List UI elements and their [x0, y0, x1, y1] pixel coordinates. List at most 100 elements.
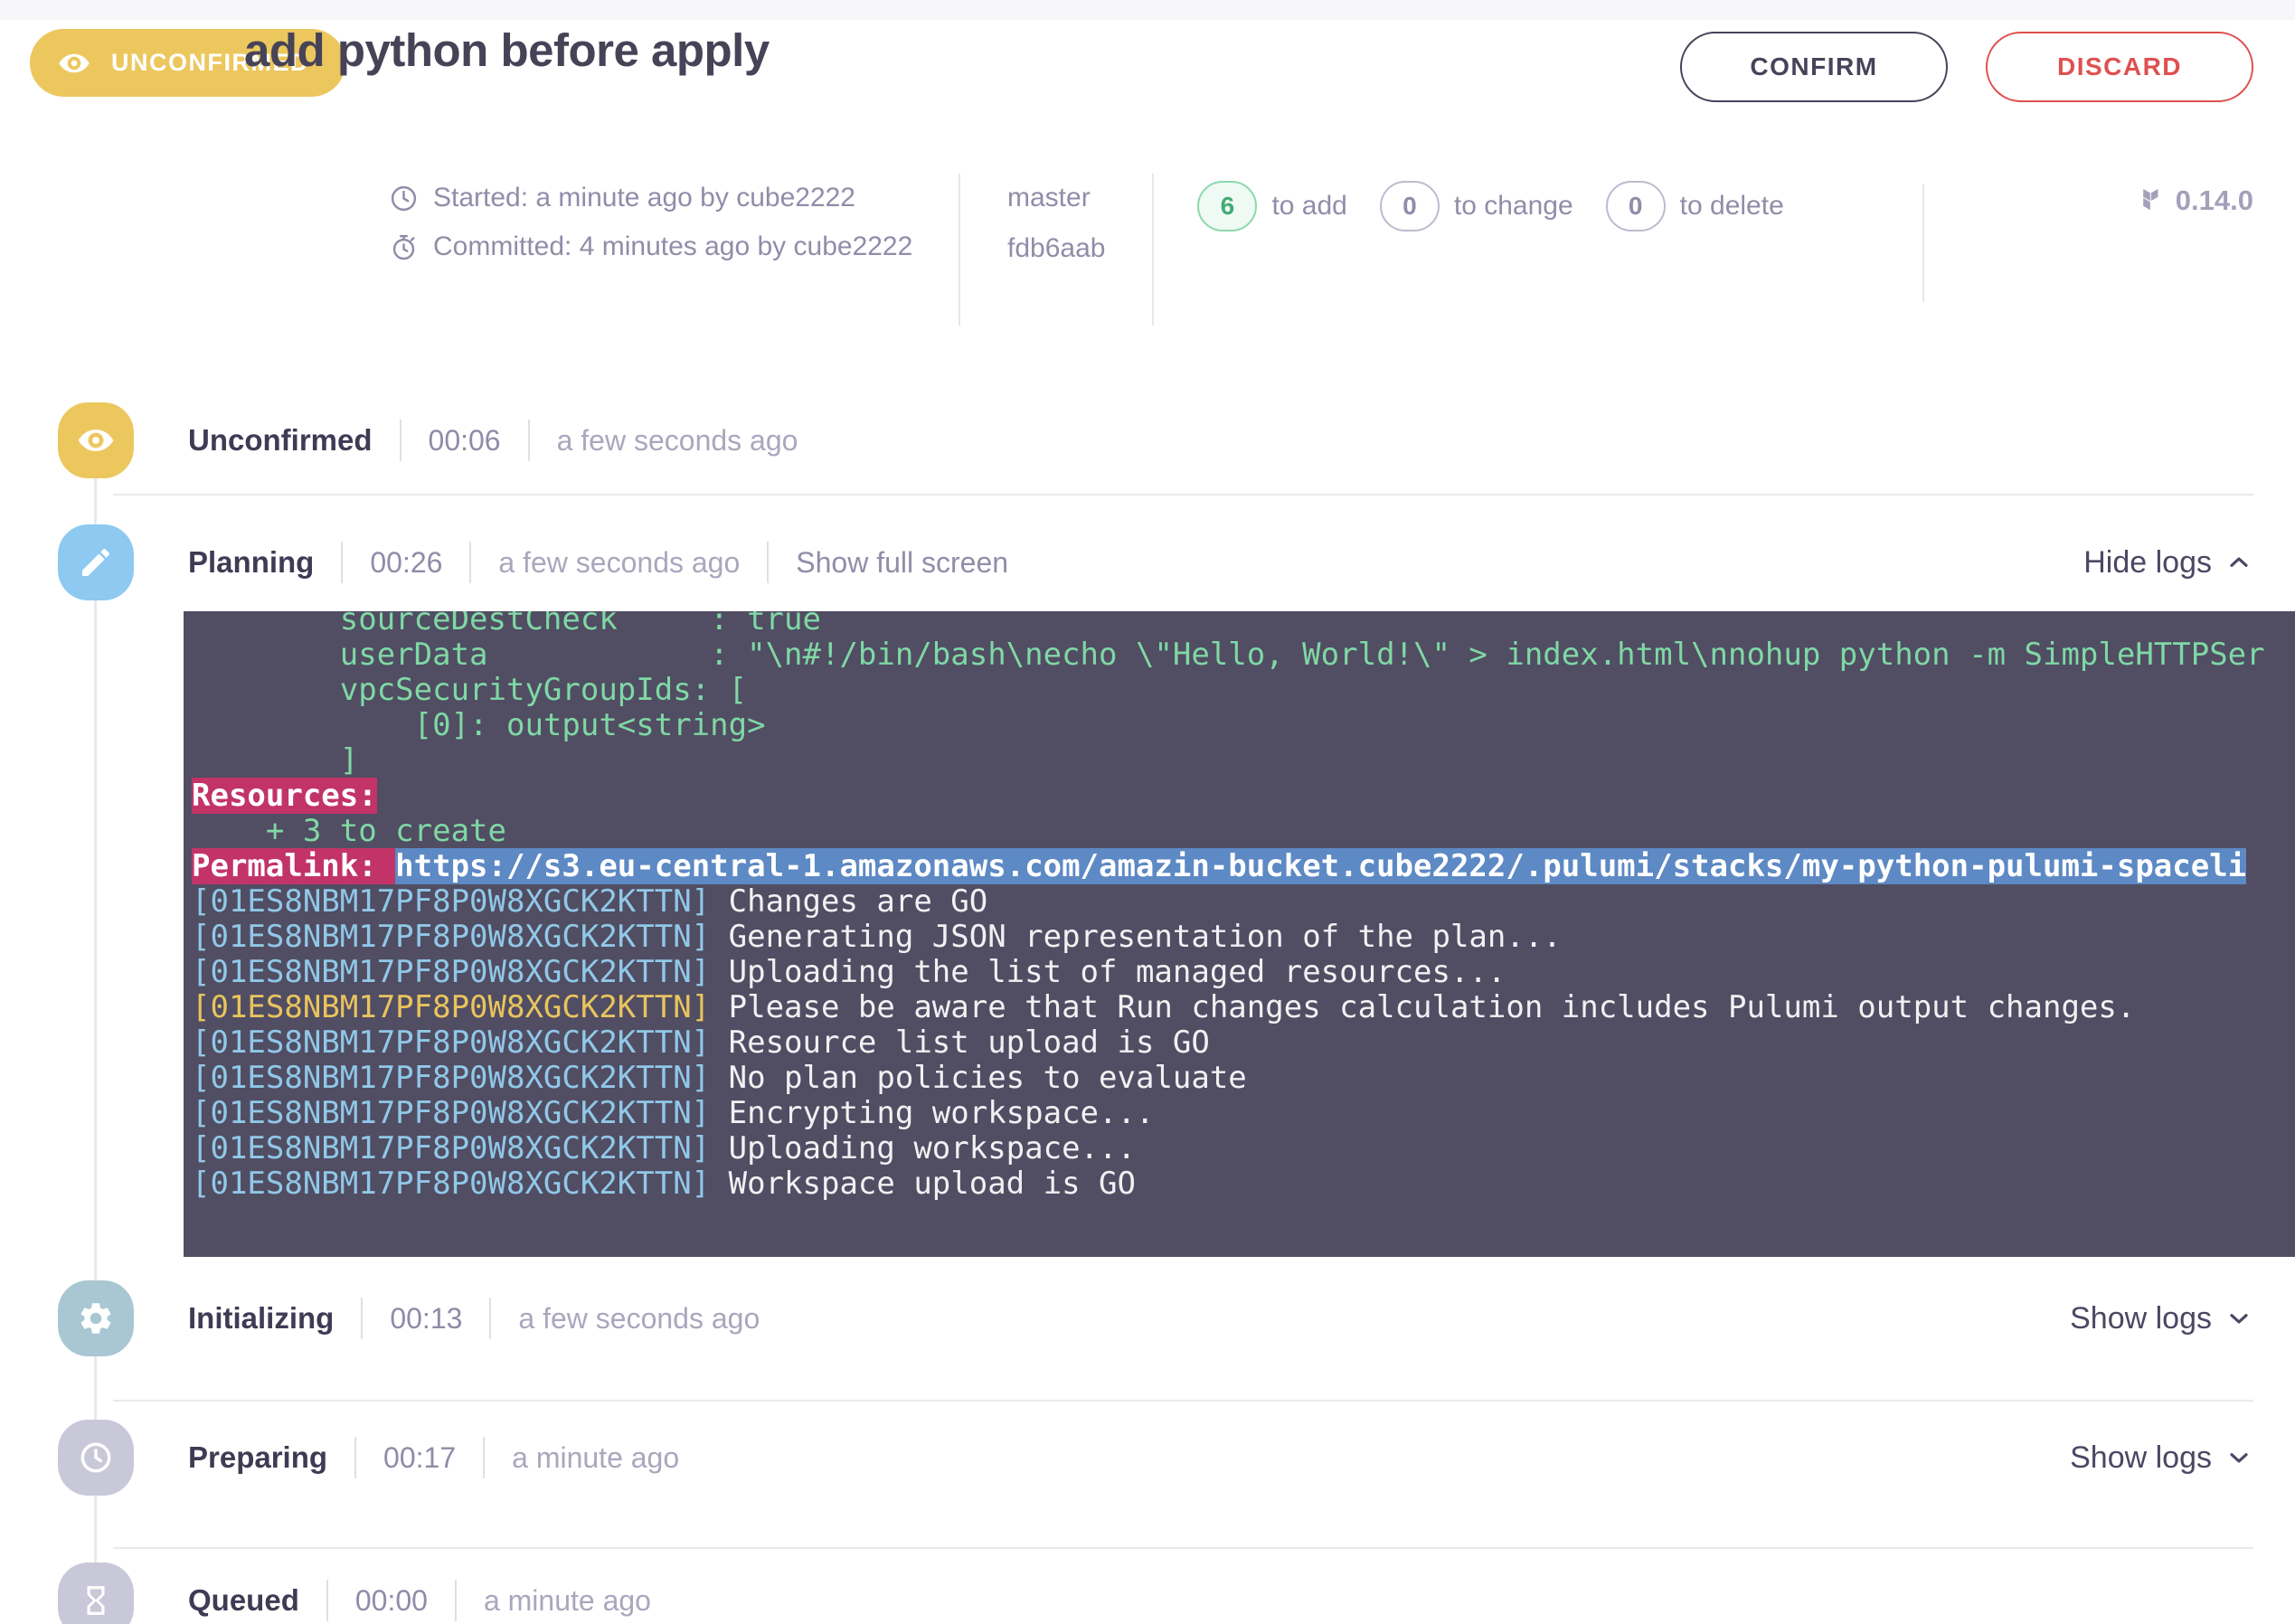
to-change-count: 0 [1380, 181, 1440, 231]
started-row: Started: a minute ago by cube2222 [389, 183, 959, 213]
gear-icon [77, 1299, 115, 1337]
log-segment-white: Encrypting workspace... [710, 1095, 1154, 1131]
divider [528, 420, 530, 461]
to-change-item: 0 to change [1380, 181, 1573, 231]
run-meta: Started: a minute ago by cube2222 Commit… [389, 174, 2253, 326]
stage-timestamp: a few seconds ago [518, 1302, 760, 1336]
confirm-button[interactable]: CONFIRM [1680, 32, 1948, 102]
log-line: [01ES8NBM17PF8P0W8XGCK2KTTN] No plan pol… [192, 1061, 2295, 1096]
header-actions: CONFIRM DISCARD [1680, 32, 2253, 102]
show-fullscreen-link[interactable]: Show full screen [796, 546, 1008, 580]
log-segment-white: Changes are GO [710, 883, 987, 920]
meta-branch-commit: master fdb6aab [960, 174, 1152, 326]
show-logs-toggle[interactable]: Show logs [2070, 1280, 2253, 1356]
stage-name: Preparing [188, 1440, 327, 1475]
log-line: [0]: output<string> [192, 708, 2295, 743]
to-change-label: to change [1454, 191, 1573, 222]
log-segment-green: ] [192, 742, 358, 779]
divider [469, 542, 471, 583]
divider [767, 542, 769, 583]
stage-main: Unconfirmed 00:06 a few seconds ago [188, 402, 798, 478]
terraform-version-label: 0.14.0 [2176, 184, 2253, 217]
stage-row-planning: Planning 00:26 a few seconds ago Show fu… [0, 524, 2253, 600]
eye-icon [57, 46, 91, 80]
stage-name: Planning [188, 545, 314, 580]
planning-stage-badge [58, 524, 134, 600]
divider [354, 1437, 356, 1478]
stopwatch-icon [389, 232, 419, 262]
stage-row-initializing: Initializing 00:13 a few seconds ago Sho… [0, 1280, 2253, 1356]
log-segment-blue: [01ES8NBM17PF8P0W8XGCK2KTTN] [192, 954, 710, 990]
stage-row-queued: Queued 00:00 a minute ago [0, 1563, 2253, 1624]
stage-duration: 00:06 [429, 424, 501, 458]
log-segment-green: sourceDestCheck : true [192, 611, 821, 637]
log-segment-pinkhl: Resources: [192, 778, 377, 814]
permalink-url: https://s3.eu-central-1.amazonaws.com/am… [395, 848, 2246, 884]
clock-icon [77, 1439, 115, 1477]
page-title: add python before apply [244, 24, 770, 77]
stage-duration: 00:26 [370, 546, 442, 580]
log-console[interactable]: sourceDestCheck : true userData : "\n#!/… [184, 611, 2295, 1257]
hourglass-icon [79, 1583, 113, 1618]
chevron-down-icon [2224, 1304, 2253, 1333]
divider [400, 420, 401, 461]
stage-duration: 00:13 [390, 1302, 462, 1336]
log-segment-yellow: [01ES8NBM17PF8P0W8XGCK2KTTN] [192, 989, 710, 1025]
log-lines: sourceDestCheck : true userData : "\n#!/… [184, 611, 2295, 1202]
log-line: [01ES8NBM17PF8P0W8XGCK2KTTN] Uploading w… [192, 1131, 2295, 1166]
log-segment-blue: [01ES8NBM17PF8P0W8XGCK2KTTN] [192, 1166, 710, 1202]
hide-logs-toggle[interactable]: Hide logs [2083, 524, 2253, 600]
chevron-up-icon [2224, 548, 2253, 577]
log-segment-blue: [01ES8NBM17PF8P0W8XGCK2KTTN] [192, 919, 710, 955]
log-segment-white: Workspace upload is GO [710, 1166, 1136, 1202]
change-summary: 6 to add 0 to change 0 to delete [1154, 174, 1783, 326]
log-line: [01ES8NBM17PF8P0W8XGCK2KTTN] Generating … [192, 920, 2295, 955]
log-line: [01ES8NBM17PF8P0W8XGCK2KTTN] Workspace u… [192, 1166, 2295, 1202]
meta-times: Started: a minute ago by cube2222 Commit… [389, 174, 959, 326]
log-line: vpcSecurityGroupIds: [ [192, 673, 2295, 708]
stage-timestamp: a few seconds ago [498, 546, 740, 580]
terraform-icon [2132, 185, 2163, 216]
log-segment-white: No plan policies to evaluate [710, 1060, 1247, 1096]
stage-timestamp: a minute ago [512, 1441, 679, 1475]
commit-sha[interactable]: fdb6aab [1007, 233, 1105, 264]
log-segment-green: [0]: output<string> [192, 707, 766, 743]
divider [483, 1437, 485, 1478]
show-logs-label: Show logs [2070, 1301, 2212, 1336]
chevron-down-icon [2224, 1443, 2253, 1472]
separator [113, 1547, 2253, 1549]
pencil-icon [78, 544, 114, 581]
to-add-item: 6 to add [1197, 181, 1346, 231]
committed-text: Committed: 4 minutes ago by cube2222 [433, 231, 912, 262]
clock-icon [389, 184, 419, 213]
log-line: + 3 to create [192, 814, 2295, 849]
initializing-stage-badge [58, 1280, 134, 1356]
log-segment-pinkhl: Permalink: [192, 848, 395, 884]
log-line: Permalink: https://s3.eu-central-1.amazo… [192, 849, 2295, 884]
stage-name: Queued [188, 1583, 299, 1618]
log-segment-white: Uploading workspace... [710, 1130, 1136, 1166]
log-line: [01ES8NBM17PF8P0W8XGCK2KTTN] Uploading t… [192, 955, 2295, 990]
show-logs-toggle[interactable]: Show logs [2070, 1420, 2253, 1496]
stage-main: Planning 00:26 a few seconds ago Show fu… [188, 524, 1008, 600]
log-segment-white: Resource list upload is GO [710, 1024, 1210, 1061]
divider [489, 1298, 491, 1339]
log-line: [01ES8NBM17PF8P0W8XGCK2KTTN] Changes are… [192, 884, 2295, 920]
divider [341, 542, 343, 583]
log-line: sourceDestCheck : true [192, 611, 2295, 637]
to-delete-item: 0 to delete [1606, 181, 1784, 231]
divider [361, 1298, 363, 1339]
started-text: Started: a minute ago by cube2222 [433, 183, 855, 213]
stage-duration: 00:00 [355, 1584, 428, 1618]
to-add-label: to add [1271, 191, 1346, 222]
log-segment-white: Generating JSON representation of the pl… [710, 919, 1562, 955]
preparing-stage-badge [58, 1420, 134, 1496]
discard-button[interactable]: DISCARD [1986, 32, 2253, 102]
stage-row-preparing: Preparing 00:17 a minute ago Show logs [0, 1420, 2253, 1496]
eye-icon [76, 420, 116, 460]
log-line: [01ES8NBM17PF8P0W8XGCK2KTTN] Please be a… [192, 990, 2295, 1025]
branch-name[interactable]: master [1007, 183, 1105, 213]
log-segment-white: Please be aware that Run changes calcula… [710, 989, 2135, 1025]
log-segment-blue: [01ES8NBM17PF8P0W8XGCK2KTTN] [192, 1130, 710, 1166]
hide-logs-label: Hide logs [2083, 545, 2212, 581]
